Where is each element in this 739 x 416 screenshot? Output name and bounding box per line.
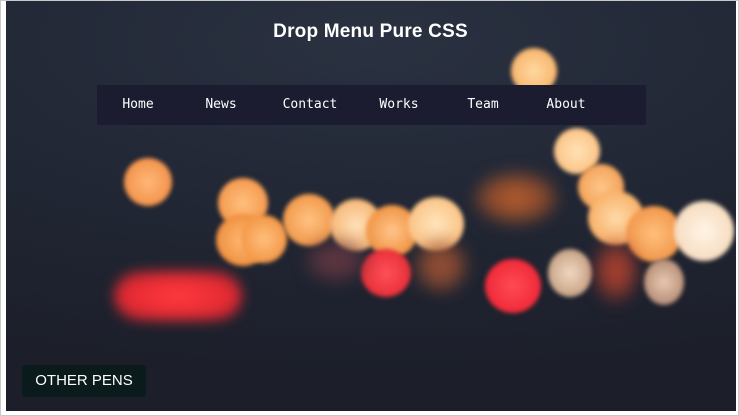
menu-item-works[interactable]: Works bbox=[367, 85, 431, 125]
menu-item-home[interactable]: Home bbox=[111, 85, 165, 125]
menu-item-about[interactable]: About bbox=[535, 85, 597, 125]
drop-menu-bar: Home News Contact Works Team About bbox=[97, 85, 646, 125]
bokeh-light bbox=[548, 249, 592, 297]
other-pens-button[interactable]: OTHER PENS bbox=[22, 365, 146, 397]
screenshot-frame: Drop Menu Pure CSS Home News Contact Wor… bbox=[0, 0, 739, 416]
menu-item-news[interactable]: News bbox=[193, 85, 249, 125]
bokeh-background-image bbox=[6, 1, 736, 411]
bokeh-light bbox=[124, 158, 172, 206]
bokeh-light bbox=[416, 241, 466, 291]
menu-item-team[interactable]: Team bbox=[455, 85, 511, 125]
bokeh-light bbox=[283, 194, 335, 246]
menu-item-contact[interactable]: Contact bbox=[275, 85, 345, 125]
bokeh-light bbox=[674, 201, 734, 261]
page-title: Drop Menu Pure CSS bbox=[273, 21, 468, 42]
bokeh-light bbox=[476, 173, 556, 223]
bokeh-light bbox=[644, 259, 684, 305]
bokeh-light bbox=[485, 259, 541, 313]
bokeh-light bbox=[114, 271, 242, 321]
bokeh-light bbox=[306, 241, 366, 281]
bokeh-light bbox=[596, 241, 636, 301]
bokeh-light bbox=[361, 249, 411, 297]
bokeh-light bbox=[241, 215, 287, 263]
